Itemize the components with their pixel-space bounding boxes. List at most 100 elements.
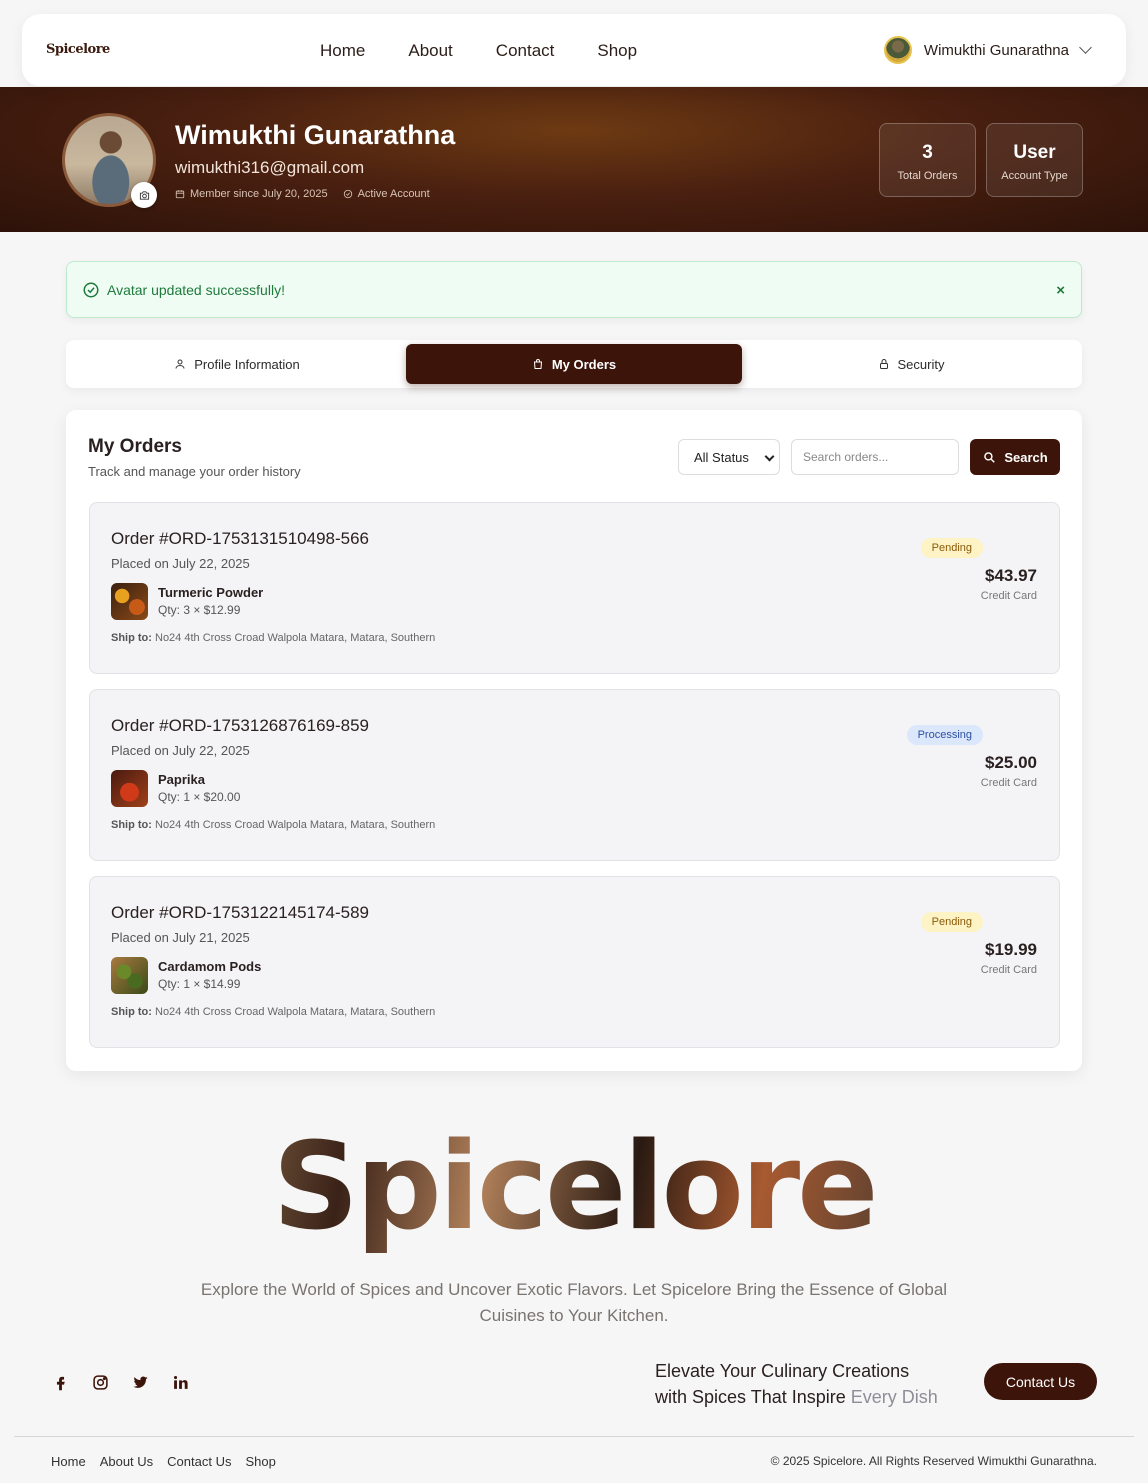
item-name: Cardamom Pods <box>158 959 262 974</box>
camera-icon <box>139 190 149 200</box>
ship-label: Ship to: <box>111 1006 152 1018</box>
search-button-label: Search <box>1004 449 1048 465</box>
twitter-icon[interactable] <box>132 1371 172 1393</box>
item-name: Turmeric Powder <box>158 585 264 600</box>
cta-line-1: Elevate Your Culinary Creations <box>655 1361 910 1381</box>
order-id: Order #ORD-1753126876169-859 <box>111 716 370 735</box>
ship-to: Ship to: No24 4th Cross Croad Walpola Ma… <box>111 819 435 831</box>
item-name: Paprika <box>158 772 205 787</box>
order-date: Placed on July 22, 2025 <box>111 556 250 571</box>
alert-message: Avatar updated successfully! <box>107 282 285 298</box>
profile-header: Wimukthi Gunarathna wimukthi316@gmail.co… <box>0 87 1148 232</box>
footer-divider <box>14 1436 1134 1437</box>
footer-link-contact[interactable]: Contact Us <box>167 1454 231 1469</box>
order-total: $25.00 <box>985 753 1037 772</box>
footer-link-home[interactable]: Home <box>51 1454 86 1469</box>
ship-address: No24 4th Cross Croad Walpola Matara, Mat… <box>155 632 436 644</box>
footer-cta-text: Elevate Your Culinary Creations with Spi… <box>655 1358 938 1410</box>
tab-label: Profile Information <box>194 356 300 372</box>
nav-links: Home About Contact Shop <box>320 41 680 61</box>
footer-brand-logo: Spicelore <box>0 1118 1148 1257</box>
order-card[interactable]: Order #ORD-1753131510498-566 Placed on J… <box>89 502 1060 674</box>
item-qty: Qty: 3 × $12.99 <box>158 603 241 617</box>
profile-tabs: Profile Information My Orders Security <box>66 340 1082 388</box>
status-badge: Pending <box>920 538 983 558</box>
status-badge: Pending <box>920 912 983 932</box>
check-circle-icon <box>343 189 352 199</box>
cta-line-2-b: Every Dish <box>850 1387 938 1407</box>
footer-links: Home About Us Contact Us Shop <box>51 1454 290 1469</box>
tab-my-orders[interactable]: My Orders <box>406 344 742 384</box>
cta-line-2: with Spices That Inspire Every Dish <box>655 1384 938 1410</box>
user-menu[interactable]: Wimukthi Gunarathna <box>883 36 1092 64</box>
nav-link-shop[interactable]: Shop <box>597 41 637 61</box>
stat-account-type: User Account Type <box>986 123 1083 197</box>
tab-label: Security <box>897 356 945 372</box>
ship-address: No24 4th Cross Croad Walpola Matara, Mat… <box>155 819 436 831</box>
user-icon <box>175 359 185 369</box>
lock-icon <box>879 359 888 369</box>
tab-security[interactable]: Security <box>744 344 1078 384</box>
profile-email: wimukthi316@gmail.com <box>175 158 365 177</box>
ship-to: Ship to: No24 4th Cross Croad Walpola Ma… <box>111 632 435 644</box>
page-title: My Orders <box>88 436 182 457</box>
nav-link-about[interactable]: About <box>408 41 452 61</box>
payment-method: Credit Card <box>980 590 1037 602</box>
check-circle-icon <box>83 282 99 298</box>
site-logo[interactable]: Spicelore <box>46 42 110 57</box>
item-qty: Qty: 1 × $20.00 <box>158 790 241 804</box>
chevron-down-icon <box>1079 41 1092 54</box>
order-card[interactable]: Order #ORD-1753122145174-589 Placed on J… <box>89 876 1060 1048</box>
ship-label: Ship to: <box>111 632 152 644</box>
search-button[interactable]: Search <box>970 439 1060 475</box>
profile-name: Wimukthi Gunarathna <box>175 120 456 150</box>
order-id: Order #ORD-1753122145174-589 <box>111 903 370 922</box>
order-date: Placed on July 21, 2025 <box>111 930 250 945</box>
payment-method: Credit Card <box>980 777 1037 789</box>
ship-label: Ship to: <box>111 819 152 831</box>
payment-method: Credit Card <box>980 964 1037 976</box>
search-icon <box>984 452 996 463</box>
orders-panel: My Orders Track and manage your order hi… <box>66 410 1082 1071</box>
product-thumbnail <box>111 957 148 994</box>
nav-link-home[interactable]: Home <box>320 41 365 61</box>
order-id: Order #ORD-1753131510498-566 <box>111 529 370 548</box>
footer-link-shop[interactable]: Shop <box>245 1454 275 1469</box>
cta-line-2-a: with Spices That Inspire <box>655 1387 846 1407</box>
nav-link-contact[interactable]: Contact <box>496 41 555 61</box>
linkedin-icon[interactable] <box>172 1371 212 1393</box>
instagram-icon[interactable] <box>92 1371 132 1393</box>
account-status: Active Account <box>357 188 430 200</box>
status-filter-value: All Status <box>694 449 749 465</box>
navbar: Spicelore Home About Contact Shop Wimukt… <box>22 14 1126 86</box>
stat-total-orders: 3 Total Orders <box>879 123 976 197</box>
facebook-icon[interactable] <box>52 1371 92 1393</box>
profile-meta: Member since July 20, 2025 Active Accoun… <box>175 188 445 200</box>
avatar <box>883 36 912 64</box>
search-input[interactable] <box>791 439 959 475</box>
stat-label: Account Type <box>1001 170 1068 182</box>
order-date: Placed on July 22, 2025 <box>111 743 250 758</box>
stat-value: User <box>1013 142 1056 163</box>
chevron-down-icon <box>764 451 775 462</box>
bag-icon <box>533 359 542 369</box>
stat-label: Total Orders <box>897 170 958 182</box>
order-card[interactable]: Order #ORD-1753126876169-859 Placed on J… <box>89 689 1060 861</box>
social-links <box>52 1371 212 1393</box>
tab-label: My Orders <box>551 356 617 372</box>
order-total: $19.99 <box>985 940 1037 959</box>
contact-us-button[interactable]: Contact Us <box>984 1363 1097 1400</box>
page-subtitle: Track and manage your order history <box>88 464 301 479</box>
item-qty: Qty: 1 × $14.99 <box>158 977 241 991</box>
ship-to: Ship to: No24 4th Cross Croad Walpola Ma… <box>111 1006 435 1018</box>
order-total: $43.97 <box>985 566 1037 585</box>
close-icon[interactable]: × <box>1056 282 1065 299</box>
success-alert: Avatar updated successfully! × <box>66 261 1082 318</box>
change-avatar-button[interactable] <box>131 182 157 208</box>
stat-value: 3 <box>922 142 933 163</box>
status-filter-select[interactable]: All Status <box>678 439 780 475</box>
footer-link-about[interactable]: About Us <box>100 1454 153 1469</box>
tab-profile-information[interactable]: Profile Information <box>70 344 404 384</box>
status-badge: Processing <box>906 725 983 745</box>
product-thumbnail <box>111 583 148 620</box>
